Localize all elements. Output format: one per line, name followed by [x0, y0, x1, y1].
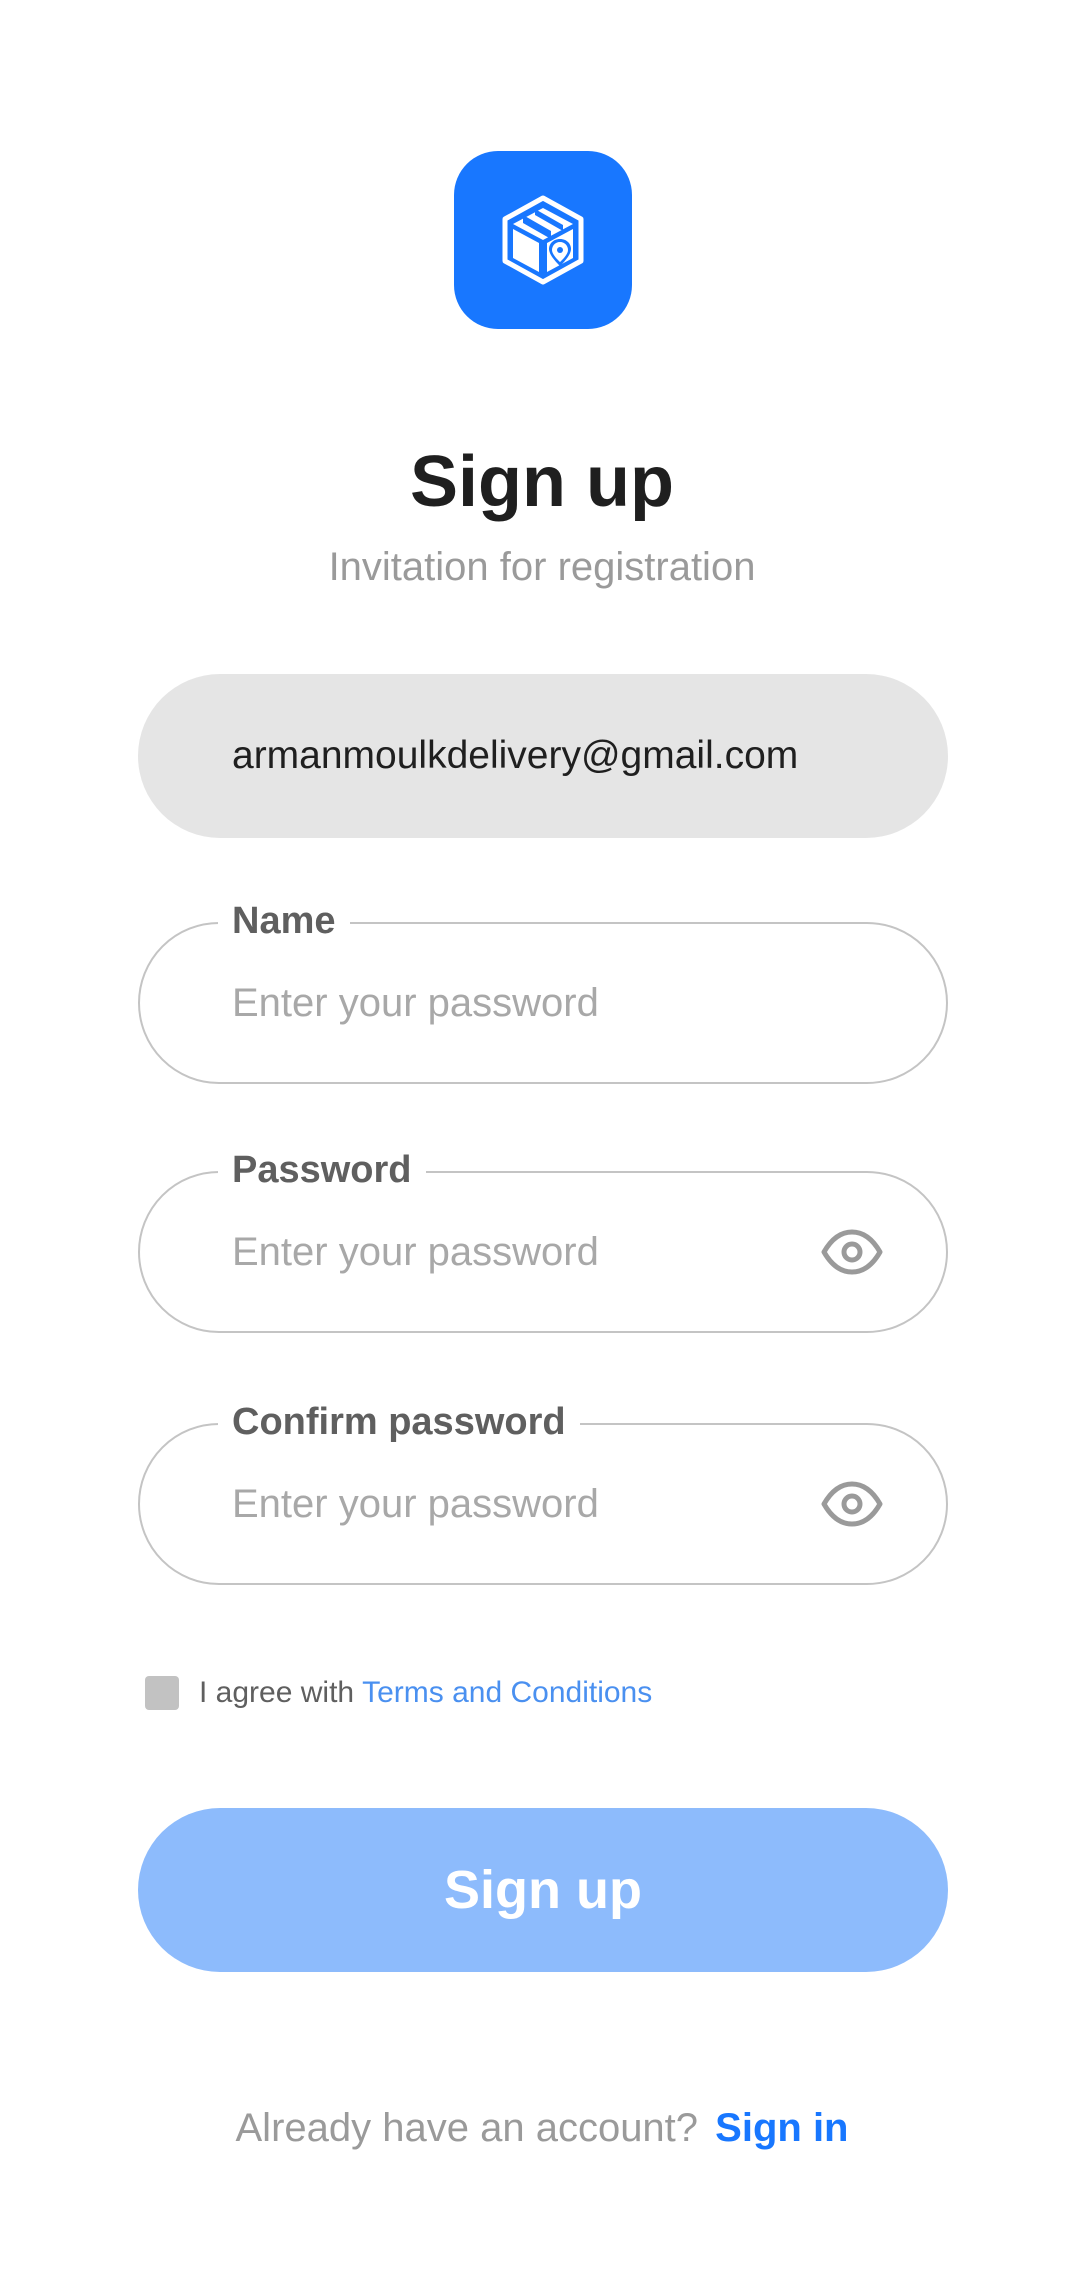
terms-checkbox[interactable] — [145, 1676, 179, 1710]
confirm-password-field: Confirm password — [138, 1387, 948, 1585]
terms-link[interactable]: Terms and Conditions — [362, 1676, 652, 1710]
agree-text: I agree with — [199, 1676, 355, 1709]
password-field: Password — [138, 1135, 948, 1333]
signin-prompt-text: Already have an account? — [235, 2106, 699, 2150]
eye-icon — [821, 1229, 883, 1275]
name-input[interactable] — [232, 922, 792, 1084]
confirm-password-input[interactable] — [232, 1423, 792, 1585]
confirm-password-visibility-toggle[interactable] — [820, 1472, 884, 1536]
signin-prompt: Already have an account? Sign in — [0, 2100, 1084, 2156]
delivery-box-location-icon — [502, 195, 584, 285]
password-input[interactable] — [232, 1171, 792, 1333]
password-visibility-toggle[interactable] — [820, 1220, 884, 1284]
email-value: armanmoulkdelivery@gmail.com — [232, 734, 799, 777]
app-logo — [454, 151, 632, 329]
signup-button[interactable]: Sign up — [138, 1808, 948, 1972]
signup-button-label: Sign up — [444, 1860, 642, 1920]
eye-icon — [821, 1481, 883, 1527]
page-title: Sign up — [410, 442, 674, 522]
page-subtitle: Invitation for registration — [328, 545, 756, 589]
terms-agreement: I agree with Terms and Conditions — [145, 1673, 652, 1713]
name-field: Name — [138, 886, 948, 1084]
email-field[interactable]: armanmoulkdelivery@gmail.com — [138, 674, 948, 838]
signin-link[interactable]: Sign in — [715, 2106, 848, 2150]
